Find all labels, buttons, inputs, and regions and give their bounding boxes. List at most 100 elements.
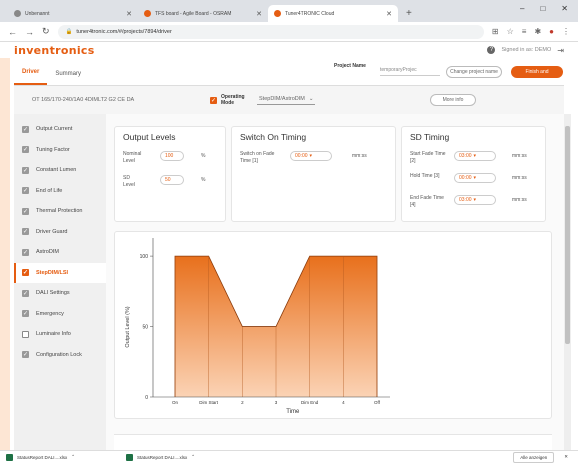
feature-checkbox[interactable]: ✓ [22, 310, 29, 318]
app-header: inventronics ? Signed in as: DEMO ⇥ [0, 42, 578, 58]
browser-window: Unbenannt ✕ TFS board - Agile Board - OS… [0, 0, 578, 463]
sidebar-item-thermal-protection[interactable]: ✓ Thermal Protection [14, 201, 106, 222]
more-info-button[interactable]: More info [430, 94, 476, 106]
scrollbar-thumb[interactable] [565, 126, 570, 344]
sidebar-item-configuration-lock[interactable]: ✓ Configuration Lock [14, 345, 106, 366]
sidebar-item-stepdim-lsi[interactable]: ✓ StepDIM/LSI [14, 262, 106, 283]
chart-x-tick-label: 2 [241, 400, 244, 405]
change-project-name-button[interactable]: Change project name [446, 66, 502, 78]
tab-driver[interactable]: Driver [14, 69, 48, 85]
feature-checkbox[interactable]: ✓ [22, 228, 29, 236]
download-item[interactable]: StatusReport DALI....xlsx ⌃ [6, 453, 116, 461]
feature-checkbox[interactable]: ✓ [22, 351, 29, 359]
tab-title: TFS board - Agile Board - OSRAM [155, 10, 232, 17]
puzzle-icon[interactable]: ✱ [534, 27, 541, 36]
back-arrow-icon[interactable]: ← [8, 27, 17, 37]
close-icon[interactable]: ✕ [126, 10, 132, 18]
close-icon[interactable]: ✕ [386, 10, 392, 18]
feature-checkbox[interactable]: ✓ [22, 146, 29, 154]
feature-checkbox[interactable]: ✓ [22, 248, 29, 256]
end-fade-label: End Fade Time [4] [410, 195, 444, 208]
chart-y-tick-label: 50 [142, 325, 148, 331]
finish-button[interactable]: Finish and [511, 66, 563, 78]
address-bar: ← → ↻ 🔒 tuner4tronic.com/#/projects/7894… [0, 22, 578, 42]
downloads-actions: Alle anzeigen ✕ [513, 451, 578, 463]
chevron-up-icon[interactable]: ⌃ [191, 454, 195, 460]
tab-summary[interactable]: Summary [47, 71, 89, 85]
operating-mode-select[interactable]: StepDIM/AstroDIM ⌄ [257, 95, 316, 105]
user-area: ? Signed in as: DEMO ⇥ [487, 46, 564, 55]
feature-checkbox[interactable]: ✓ [22, 289, 29, 297]
chart-x-tick-label: Off [374, 400, 381, 405]
feature-checkbox[interactable] [22, 330, 29, 338]
forward-arrow-icon[interactable]: → [25, 27, 34, 37]
browser-tab[interactable]: TFS board - Agile Board - OSRAM ✕ [138, 5, 268, 22]
osram-favicon-icon [144, 10, 151, 17]
browser-tab[interactable]: Unbenannt ✕ [8, 5, 138, 22]
show-all-downloads-button[interactable]: Alle anzeigen [513, 451, 555, 463]
minimize-button[interactable]: – [520, 4, 524, 13]
chevron-down-icon: ▾ [309, 153, 313, 159]
feature-checkbox[interactable]: ✓ [22, 187, 29, 195]
sidebar-item-driver-guard[interactable]: ✓ Driver Guard [14, 222, 106, 243]
sd-timing-card: SD Timing Start Fade Time [2] 03:00 ▾ mm… [401, 126, 546, 222]
feature-checkbox[interactable]: ✓ [22, 125, 29, 133]
menu-icon[interactable]: ⋮ [562, 27, 570, 36]
sidebar-item-constant-lumen[interactable]: ✓ Constant Lumen [14, 160, 106, 181]
url-field[interactable]: 🔒 tuner4tronic.com/#/projects/7894/drive… [57, 24, 484, 39]
close-window-button[interactable]: ✕ [561, 4, 568, 13]
browser-tab-active[interactable]: Tuner4TRONIC Cloud ✕ [268, 5, 398, 22]
sidebar-item-output-current[interactable]: ✓ Output Current [14, 119, 106, 140]
next-section-card [114, 434, 552, 450]
help-icon[interactable]: ? [487, 46, 496, 54]
profile-icon[interactable]: ● [549, 27, 554, 36]
new-tab-button[interactable]: + [398, 8, 420, 22]
chevron-up-icon[interactable]: ⌃ [71, 454, 75, 460]
hold-time-label: Hold Time [3] [410, 173, 440, 179]
star-icon[interactable]: ☆ [507, 27, 514, 36]
translate-icon[interactable]: ⊞ [492, 27, 499, 36]
sidebar-item-tuning-factor[interactable]: ✓ Tuning Factor [14, 140, 106, 161]
close-icon[interactable]: ✕ [256, 10, 262, 18]
excel-file-icon [126, 453, 133, 461]
sidebar-item-label: End of Life [36, 187, 63, 194]
sidebar-item-label: AstroDIM [36, 249, 59, 256]
project-name-input[interactable]: temporaryProjec [380, 67, 440, 76]
logout-icon[interactable]: ⇥ [557, 46, 564, 55]
chart-x-axis-title: Time [286, 409, 300, 415]
sidebar-item-emergency[interactable]: ✓ Emergency [14, 304, 106, 325]
feature-checkbox[interactable]: ✓ [22, 166, 29, 174]
page-scrollbar[interactable] [564, 114, 571, 450]
download-item[interactable]: StatusReport DALI....xlsx ⌃ [126, 453, 236, 461]
feature-checkbox[interactable]: ✓ [22, 207, 29, 215]
sidebar-item-astrodim[interactable]: ✓ AstroDIM [14, 242, 106, 263]
start-fade-input[interactable]: 03:00 ▾ [454, 151, 496, 161]
tab-title: Tuner4TRONIC Cloud [285, 10, 335, 17]
sidebar-item-label: Thermal Protection [36, 208, 83, 215]
hold-time-unit: mm:ss [512, 175, 527, 181]
chevron-down-icon: ▾ [473, 175, 477, 181]
chevron-down-icon: ⌄ [308, 95, 314, 102]
sidebar-item-dali-settings[interactable]: ✓ DALI Settings [14, 283, 106, 304]
close-downloads-icon[interactable]: ✕ [564, 454, 568, 460]
sidebar-item-label: Configuration Lock [36, 351, 82, 358]
operating-mode-checkbox[interactable]: ✓ [210, 96, 217, 104]
operating-mode: ✓ Operating Mode StepDIM/AstroDIM ⌄ [210, 94, 316, 106]
switch-on-fade-input[interactable]: 00:00 ▾ [290, 151, 332, 161]
start-fade-value: 03:00 [459, 153, 472, 159]
nominal-level-unit: % [201, 153, 206, 159]
extensions-icon[interactable]: ≡ [522, 27, 527, 36]
end-fade-value: 03:00 [459, 197, 472, 203]
sidebar-item-luminaire-info[interactable]: Luminaire Info [14, 324, 106, 345]
nominal-level-input[interactable]: 100 [160, 151, 184, 161]
sidebar-item-label: Luminaire Info [36, 331, 71, 338]
sd-level-input[interactable]: 50 [160, 175, 184, 185]
feature-checkbox[interactable]: ✓ [22, 269, 29, 277]
project-name-label: Project Name [334, 63, 366, 69]
maximize-button[interactable]: □ [540, 4, 545, 13]
sidebar-item-end-of-life[interactable]: ✓ End of Life [14, 181, 106, 202]
reload-icon[interactable]: ↻ [42, 26, 50, 37]
hold-time-input[interactable]: 00:00 ▾ [454, 173, 496, 183]
end-fade-input[interactable]: 03:00 ▾ [454, 195, 496, 205]
chart-x-tick-label: Dim Start [199, 400, 219, 405]
